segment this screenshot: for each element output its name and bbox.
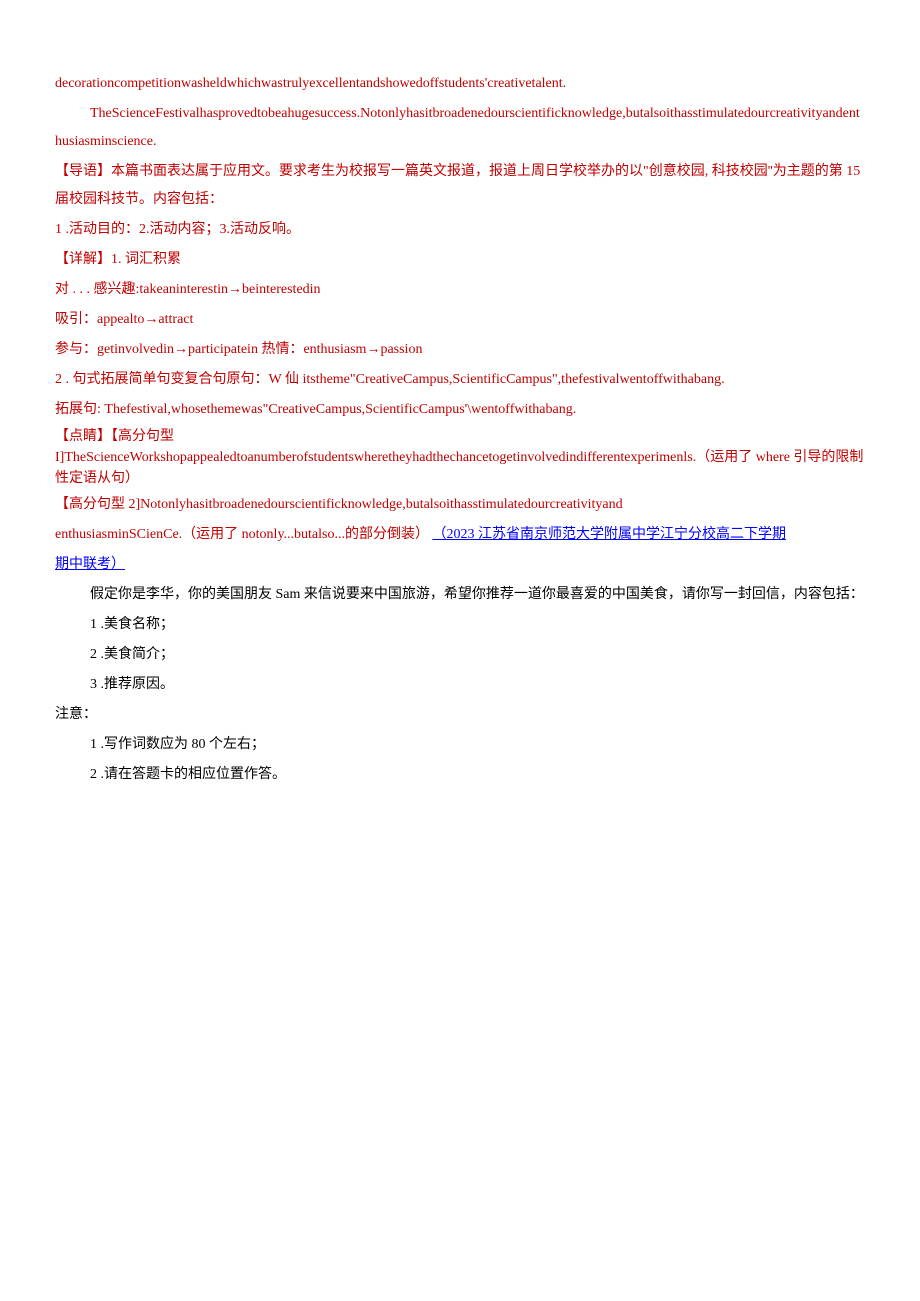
para-note-1: 1 .写作词数应为 80 个左右； xyxy=(55,731,865,759)
para-highlight-2: 【高分句型 2]Notonlyhasitbroadenedourscientif… xyxy=(55,491,865,519)
para-vocab-2: 吸引：appealto→attract xyxy=(55,306,865,334)
para-enthusiasm-line: enthusiasminSCienCe.（运用了 notonly...butal… xyxy=(55,521,865,549)
para-highlight-1: 【点睛】【高分句型 I]TheScienceWorkshopappealedto… xyxy=(55,426,865,489)
highlight-1b: I]TheScienceWorkshopappealedtoanumberofs… xyxy=(55,450,863,486)
para-detail-header: 【详解】1. 词汇积累 xyxy=(55,246,865,274)
enthusiasm-text: enthusiasminSCienCe.（运用了 notonly...butal… xyxy=(55,527,429,542)
para-content-points: 1 .活动目的：2.活动内容；3.活动反响。 xyxy=(55,216,865,244)
para-note-2: 2 .请在答题卡的相应位置作答。 xyxy=(55,761,865,789)
para-item-1: 1 .美食名称； xyxy=(55,611,865,639)
para-note-header: 注意： xyxy=(55,701,865,729)
para-vocab-1: 对 . . . 感兴趣:takeaninterestin→beintereste… xyxy=(55,276,865,304)
para-item-3: 3 .推荐原因。 xyxy=(55,671,865,699)
exam-source-link[interactable]: （2023 江苏省南京师范大学附属中学江宁分校高二下学期 xyxy=(432,527,786,542)
para-science-festival: TheScienceFestivalhasprovedtobeahugesucc… xyxy=(55,100,865,156)
para-vocab-3: 参与：getinvolvedin→participatein 热情：enthus… xyxy=(55,336,865,364)
para-item-2: 2 .美食简介； xyxy=(55,641,865,669)
para-sentence-expand: 2 . 句式拓展简单句变复合句原句：W 仙 itstheme"CreativeC… xyxy=(55,366,865,394)
para-intro: 【导语】本篇书面表达属于应用文。要求考生为校报写一篇英文报道，报道上周日学校举办… xyxy=(55,158,865,214)
exam-source-link-2[interactable]: 期中联考） xyxy=(55,557,125,572)
highlight-1a: 【点睛】【高分句型 xyxy=(55,429,174,444)
para-expanded-sentence: 拓展句: Thefestival,whosethemewas"CreativeC… xyxy=(55,396,865,424)
para-exam-source-continue: 期中联考） xyxy=(55,551,865,579)
para-task-intro: 假定你是李华，你的美国朋友 Sam 来信说要来中国旅游，希望你推荐一道你最喜爱的… xyxy=(55,581,865,609)
para-decoration: decorationcompetitionwasheldwhichwastrul… xyxy=(55,70,865,98)
